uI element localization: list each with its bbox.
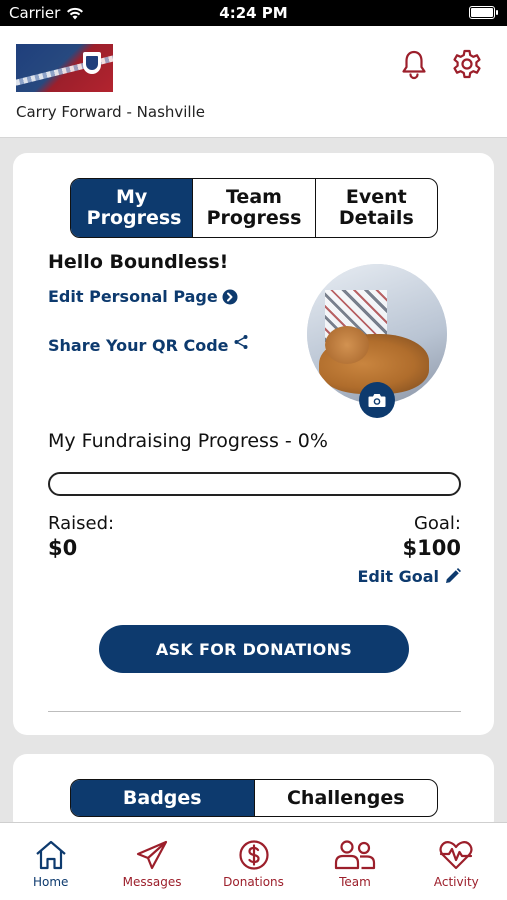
- share-icon: [234, 334, 248, 349]
- pencil-icon: [446, 568, 461, 583]
- chapter-name: Carry Forward - Nashville: [16, 103, 205, 121]
- heart-pulse-icon: [439, 841, 473, 870]
- team-icon: [334, 840, 376, 870]
- tab-team-progress-label: Team Progress: [206, 186, 302, 229]
- raised-value: $0: [48, 536, 78, 560]
- tab-home[interactable]: Home: [0, 823, 101, 900]
- progress-segmented-control: My Progress Team Progress Event Details: [70, 178, 438, 238]
- tab-team-progress[interactable]: Team Progress: [193, 179, 316, 237]
- bell-icon: [402, 50, 426, 80]
- edit-goal-label: Edit Goal: [357, 567, 440, 586]
- change-photo-button[interactable]: [359, 382, 395, 418]
- tab-team[interactable]: Team: [304, 823, 405, 900]
- tab-donations-label: Donations: [223, 875, 284, 889]
- settings-button[interactable]: [451, 48, 483, 80]
- tab-challenges[interactable]: Challenges: [255, 780, 438, 816]
- tab-event-details-label: Event Details: [338, 186, 414, 229]
- battery-icon: [469, 6, 498, 19]
- clock: 4:24 PM: [219, 4, 288, 22]
- share-qr-code-link[interactable]: Share Your QR Code: [48, 334, 249, 355]
- tab-my-progress-label: My Progress: [86, 186, 182, 229]
- app-header: Carry Forward - Nashville: [0, 26, 507, 138]
- tab-messages-label: Messages: [122, 875, 182, 889]
- tab-messages[interactable]: Messages: [101, 823, 202, 900]
- tab-team-label: Team: [339, 875, 371, 889]
- ask-for-donations-button[interactable]: ASK FOR DONATIONS: [99, 625, 409, 673]
- notifications-button[interactable]: [398, 48, 430, 80]
- tab-donations[interactable]: Donations: [203, 823, 304, 900]
- tab-activity-label: Activity: [433, 875, 479, 889]
- section-divider: [48, 711, 461, 712]
- arrow-circle-right-icon: [222, 289, 238, 304]
- dollar-circle-icon: [238, 840, 269, 870]
- goal-value: $100: [402, 536, 461, 560]
- chapter-logo: [16, 44, 113, 92]
- greeting: Hello Boundless!: [48, 251, 229, 273]
- raised-label: Raised:: [48, 513, 115, 534]
- fundraising-progress-title: My Fundraising Progress - 0%: [48, 430, 328, 452]
- edit-personal-page-label: Edit Personal Page: [48, 287, 218, 306]
- tab-badges[interactable]: Badges: [71, 780, 255, 816]
- goal-label: Goal:: [413, 513, 461, 534]
- fundraising-progress-bar: [48, 472, 461, 496]
- status-bar: Carrier 4:24 PM: [0, 0, 507, 26]
- share-qr-code-label: Share Your QR Code: [48, 336, 229, 355]
- paper-plane-icon: [137, 840, 168, 870]
- progress-card: My Progress Team Progress Event Details …: [13, 153, 494, 735]
- badges-segmented-control: Badges Challenges: [70, 779, 438, 817]
- tab-event-details[interactable]: Event Details: [316, 179, 437, 237]
- edit-goal-link[interactable]: Edit Goal: [357, 567, 461, 586]
- bottom-tab-bar: Home Messages Donations Team Activity: [0, 822, 507, 900]
- edit-personal-page-link[interactable]: Edit Personal Page: [48, 287, 238, 306]
- camera-icon: [368, 393, 386, 407]
- gear-icon: [453, 49, 481, 79]
- tab-home-label: Home: [32, 875, 69, 889]
- home-icon: [35, 840, 66, 870]
- tab-activity[interactable]: Activity: [406, 823, 507, 900]
- tab-my-progress[interactable]: My Progress: [71, 179, 194, 237]
